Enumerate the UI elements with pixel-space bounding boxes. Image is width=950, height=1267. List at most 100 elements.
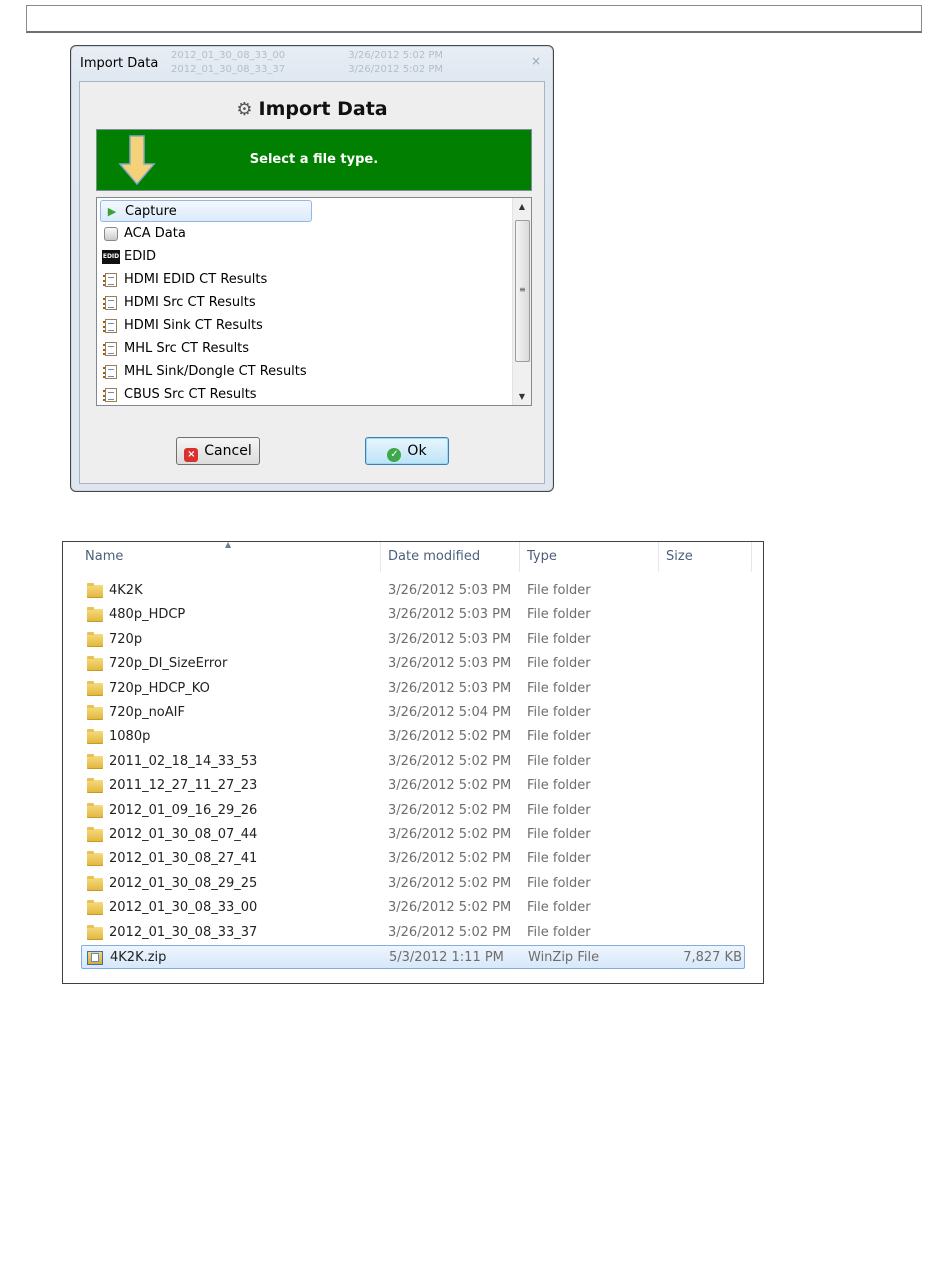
- file-name: 2012_01_09_16_29_26: [109, 802, 258, 818]
- file-explorer-list: ▲ Name Date modified Type Size 4K2K 3/26/…: [62, 540, 764, 984]
- zip-file-icon: [87, 951, 103, 965]
- file-date-modified: 3/26/2012 5:02 PM: [388, 851, 512, 867]
- file-name: 4K2K.zip: [110, 950, 167, 965]
- file-type: File folder: [527, 802, 591, 818]
- file-date-modified: 3/26/2012 5:03 PM: [388, 680, 512, 696]
- file-date-modified: 3/26/2012 5:04 PM: [388, 705, 512, 720]
- file-row[interactable]: 2012_01_30_08_33_37 3/26/2012 5:02 PM File…: [81, 921, 745, 945]
- folder-icon: [87, 827, 103, 842]
- file-name: 720p_HDCP_KO: [109, 680, 210, 696]
- list-item-edid[interactable]: EDID EDID: [100, 246, 312, 268]
- file-type: File folder: [527, 607, 591, 623]
- document-icon: [103, 273, 117, 287]
- close-icon[interactable]: ×: [531, 54, 541, 68]
- folder-icon: [87, 900, 103, 916]
- file-name: 480p_HDCP: [109, 607, 186, 623]
- file-row[interactable]: 2012_01_30_08_27_41 3/26/2012 5:02 PM File…: [81, 847, 745, 871]
- file-date-modified: 3/26/2012 5:03 PM: [388, 583, 512, 598]
- file-row[interactable]: 2012_01_30_08_33_00 3/26/2012 5:02 PM File…: [81, 896, 745, 920]
- column-divider[interactable]: [519, 542, 520, 572]
- scroll-thumb[interactable]: ≡: [515, 220, 530, 362]
- file-row[interactable]: 720p_DI_SizeError 3/26/2012 5:03 PM File f…: [81, 652, 745, 676]
- document-icon: [103, 342, 117, 356]
- folder-icon: [87, 729, 103, 745]
- file-type: File folder: [527, 680, 591, 696]
- file-date-modified: 3/26/2012 5:02 PM: [388, 753, 512, 769]
- file-date-modified: 5/3/2012 1:11 PM: [389, 950, 504, 965]
- file-size: 7,827 KB: [683, 950, 742, 965]
- file-type-list[interactable]: ▶ Capture ACA Data EDID EDID HDMI EDID C…: [96, 197, 532, 406]
- folder-icon: [87, 924, 103, 940]
- list-item-hdmi-edid-ct-results[interactable]: HDMI EDID CT Results: [100, 269, 312, 291]
- column-header-date-modified[interactable]: Date modified: [388, 542, 518, 572]
- folder-icon: [87, 656, 103, 672]
- file-row[interactable]: 2011_12_27_11_27_23 3/26/2012 5:02 PM File…: [81, 774, 745, 798]
- document-icon: [103, 365, 117, 379]
- column-header-type[interactable]: Type: [527, 542, 657, 572]
- column-header-size[interactable]: Size: [666, 542, 751, 572]
- file-row[interactable]: 480p_HDCP 3/26/2012 5:03 PM File folder: [81, 603, 745, 627]
- background-window-row: 2012_01_30_08_33_37 3/26/2012 5:02 PM: [171, 64, 444, 75]
- vertical-scrollbar[interactable]: ▲ ≡ ▼: [512, 198, 531, 405]
- file-row[interactable]: 2012_01_30_08_29_25 3/26/2012 5:02 PM File…: [81, 872, 745, 896]
- file-row[interactable]: 4K2K.zip 5/3/2012 1:11 PM WinZip File 7,827…: [81, 945, 745, 969]
- file-type: File folder: [527, 924, 591, 940]
- file-name: 2012_01_30_08_07_44: [109, 827, 258, 842]
- list-item-mhl-src-ct-results[interactable]: MHL Src CT Results: [100, 338, 312, 360]
- list-item-hdmi-sink-ct-results[interactable]: HDMI Sink CT Results: [100, 315, 312, 337]
- file-name: 2011_02_18_14_33_53: [109, 753, 258, 769]
- file-row[interactable]: 2012_01_09_16_29_26 3/26/2012 5:02 PM File…: [81, 799, 745, 823]
- document-icon: [103, 388, 117, 402]
- file-row[interactable]: 720p 3/26/2012 5:03 PM File folder: [81, 628, 745, 652]
- list-item-cbus-src-ct-results[interactable]: CBUS Src CT Results: [100, 384, 312, 405]
- column-divider[interactable]: [658, 542, 659, 572]
- file-row[interactable]: 720p_noAIF 3/26/2012 5:04 PM File folder: [81, 701, 745, 725]
- ok-button[interactable]: ✓ Ok: [365, 437, 449, 465]
- folder-icon: [87, 753, 103, 769]
- file-type: File folder: [527, 851, 591, 867]
- cancel-icon: ×: [184, 448, 199, 462]
- file-row[interactable]: 2011_02_18_14_33_53 3/26/2012 5:02 PM File…: [81, 750, 745, 774]
- file-row[interactable]: 2012_01_30_08_07_44 3/26/2012 5:02 PM File…: [81, 823, 745, 847]
- list-item-aca-data[interactable]: ACA Data: [100, 223, 312, 245]
- file-date-modified: 3/26/2012 5:02 PM: [388, 802, 512, 818]
- file-date-modified: 3/26/2012 5:02 PM: [388, 875, 512, 891]
- file-date-modified: 3/26/2012 5:02 PM: [388, 924, 512, 940]
- file-row[interactable]: 720p_HDCP_KO 3/26/2012 5:03 PM File folder: [81, 677, 745, 701]
- background-window-row: 2012_01_30_08_33_00 3/26/2012 5:02 PM: [171, 50, 444, 61]
- file-type: File folder: [527, 875, 591, 891]
- banner-text: Select a file type.: [249, 152, 379, 167]
- scroll-up-icon[interactable]: ▲: [513, 198, 531, 215]
- file-name: 2012_01_30_08_27_41: [109, 851, 258, 867]
- file-row[interactable]: 1080p 3/26/2012 5:02 PM File folder: [81, 725, 745, 749]
- column-divider[interactable]: [380, 542, 381, 572]
- file-type: File folder: [527, 827, 591, 842]
- file-date-modified: 3/26/2012 5:02 PM: [388, 729, 512, 745]
- file-name: 720p_noAIF: [109, 705, 185, 720]
- file-name: 2012_01_30_08_33_37: [109, 924, 258, 940]
- list-item-capture[interactable]: ▶ Capture: [100, 200, 312, 222]
- column-divider[interactable]: [751, 542, 752, 572]
- scroll-down-icon[interactable]: ▼: [513, 388, 531, 405]
- folder-icon: [87, 607, 103, 623]
- file-row[interactable]: 4K2K 3/26/2012 5:03 PM File folder: [81, 579, 745, 603]
- dialog-client-area: ⚙ Import Data Select a file type. ▶ Captu…: [79, 81, 545, 484]
- cancel-button[interactable]: × Cancel: [176, 437, 260, 465]
- folder-icon: [87, 875, 103, 891]
- edid-icon: EDID: [102, 250, 120, 264]
- file-date-modified: 3/26/2012 5:03 PM: [388, 631, 512, 647]
- list-item-hdmi-src-ct-results[interactable]: HDMI Src CT Results: [100, 292, 312, 314]
- list-item-mhl-sink-dongle-ct-results[interactable]: MHL Sink/Dongle CT Results: [100, 361, 312, 383]
- play-icon: ▶: [107, 205, 117, 218]
- file-date-modified: 3/26/2012 5:03 PM: [388, 656, 512, 672]
- folder-icon: [87, 631, 103, 647]
- top-frame-bar: [26, 5, 922, 33]
- folder-icon: [87, 802, 103, 818]
- document-icon: [103, 319, 117, 333]
- file-type: File folder: [527, 778, 591, 794]
- column-header-name[interactable]: Name: [85, 542, 380, 572]
- file-type: File folder: [527, 729, 591, 745]
- file-date-modified: 3/26/2012 5:02 PM: [388, 900, 512, 916]
- file-date-modified: 3/26/2012 5:02 PM: [388, 778, 512, 794]
- instruction-banner: Select a file type.: [96, 129, 532, 191]
